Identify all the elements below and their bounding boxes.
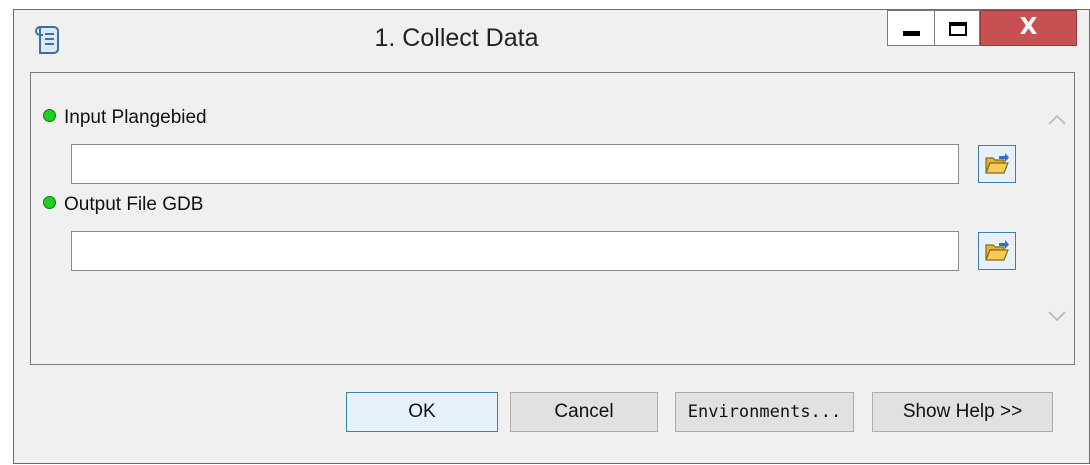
close-icon: X	[1019, 14, 1038, 40]
required-status-icon	[43, 109, 56, 123]
param-label-input-plangebied: Input Plangebied	[43, 107, 207, 129]
required-status-icon	[43, 196, 56, 210]
scroll-down-icon[interactable]	[1048, 311, 1066, 323]
open-folder-icon	[985, 240, 1009, 261]
cancel-button[interactable]: Cancel	[510, 392, 658, 432]
scroll-up-icon[interactable]	[1048, 113, 1066, 125]
browse-output-file-gdb-button[interactable]	[978, 232, 1016, 270]
browse-input-plangebied-button[interactable]	[978, 145, 1016, 183]
input-plangebied-field[interactable]	[71, 144, 959, 184]
maximize-icon	[949, 22, 967, 36]
maximize-button[interactable]	[934, 10, 980, 46]
tool-dialog: 1. Collect Data X Input Plangebied Outpu…	[13, 9, 1090, 464]
open-folder-icon	[985, 153, 1009, 174]
minimize-icon	[903, 31, 920, 36]
vertical-scrollbar[interactable]	[1040, 73, 1074, 364]
show-help-button[interactable]: Show Help >>	[872, 392, 1053, 432]
minimize-button[interactable]	[887, 10, 934, 46]
output-file-gdb-field[interactable]	[71, 231, 959, 271]
ok-button[interactable]: OK	[346, 392, 498, 432]
environments-button[interactable]: Environments...	[675, 392, 854, 432]
close-button[interactable]: X	[980, 10, 1077, 46]
parameters-panel: Input Plangebied Output File GDB	[30, 72, 1075, 365]
button-bar: OK Cancel Environments... Show Help >>	[14, 365, 1089, 463]
title-bar[interactable]: 1. Collect Data X	[14, 10, 1089, 72]
param-label-output-file-gdb: Output File GDB	[43, 194, 203, 216]
